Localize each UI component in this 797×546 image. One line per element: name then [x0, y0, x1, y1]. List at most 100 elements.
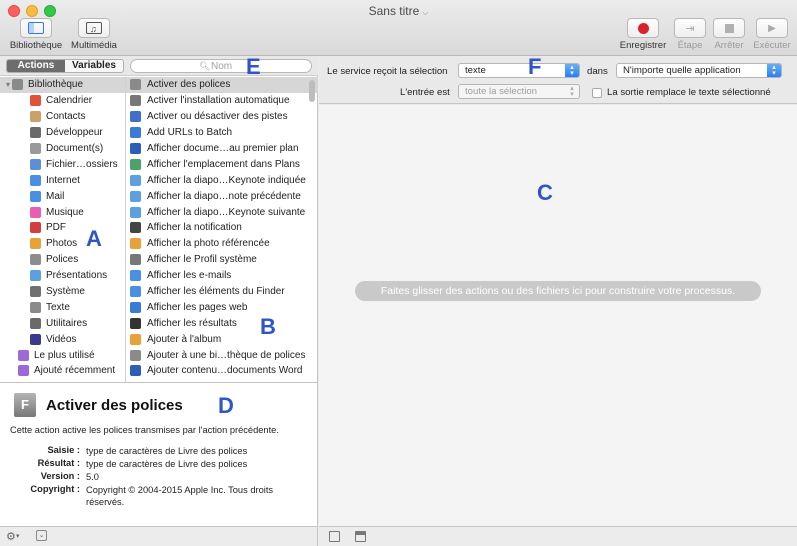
category-item[interactable]: Système [0, 284, 125, 300]
action-item[interactable]: Ajouter à une bi…thèque de polices [126, 347, 318, 363]
gear-icon[interactable]: ⚙ [6, 530, 16, 543]
category-item[interactable]: Calendrier [0, 93, 125, 109]
action-item[interactable]: Afficher les éléments du Finder [126, 284, 318, 300]
annotation-f: F [528, 54, 542, 79]
action-icon [130, 365, 141, 377]
chevron-down-icon[interactable]: ▾ [16, 532, 20, 540]
action-label: Afficher les pages web [147, 301, 248, 313]
action-item[interactable]: Afficher la diapo…Keynote suivante [126, 204, 318, 220]
action-item[interactable]: Ajouter à l'album [126, 331, 318, 347]
action-label: Afficher les e-mails [147, 270, 232, 282]
category-item[interactable]: Ajouté récemment [0, 363, 125, 379]
font-book-icon: F [14, 393, 36, 417]
svg-text:♫: ♫ [90, 24, 97, 34]
category-item[interactable]: PDF [0, 220, 125, 236]
action-item[interactable]: Afficher la notification [126, 220, 318, 236]
action-item[interactable]: Afficher la diapo…note précédente [126, 188, 318, 204]
category-item[interactable]: Internet [0, 172, 125, 188]
action-item[interactable]: Afficher docume…au premier plan [126, 141, 318, 157]
right-bottom-bar [319, 526, 797, 546]
category-icon [30, 95, 41, 107]
action-item[interactable]: Afficher la photo référencée [126, 236, 318, 252]
chevron-down-icon: ⌵ [422, 8, 429, 17]
action-list[interactable]: Activer des polices Activer l'installatio… [126, 77, 318, 382]
category-icon [30, 158, 41, 170]
record-button[interactable]: Enregistrer [617, 18, 669, 51]
annotation-a: A [86, 226, 102, 251]
log-view-icon[interactable] [355, 531, 366, 542]
run-button[interactable]: ▶ Exécuter [752, 18, 792, 51]
workflow-area[interactable]: Faites glisser des actions ou des fichie… [319, 105, 797, 526]
tab-variables[interactable]: Variables [65, 60, 123, 72]
action-icon [130, 111, 141, 123]
step-icon: ⇥ [674, 18, 706, 38]
list-view-icon[interactable] [329, 531, 340, 542]
search-input[interactable]: 🔍︎ Nom [130, 59, 312, 73]
tab-actions[interactable]: Actions [7, 60, 65, 72]
input-select[interactable]: toute la sélection ▴ ▾ [458, 84, 580, 99]
window-title[interactable]: Sans titre ⌵ [0, 4, 797, 18]
category-icon [30, 174, 41, 186]
category-item[interactable]: Développeur [0, 125, 125, 141]
action-label: Afficher les résultats [147, 317, 237, 329]
category-item[interactable]: Fichier…ossiers [0, 156, 125, 172]
category-item[interactable]: Mail [0, 188, 125, 204]
description-result: Résultat : type de caractères de Livre de… [37, 458, 248, 469]
category-item[interactable]: Polices [0, 252, 125, 268]
receives-select[interactable]: texte ▴ ▾ [458, 63, 580, 78]
category-icon [30, 301, 41, 313]
action-icon [130, 174, 141, 186]
category-list[interactable]: ▾ Bibliothèque Calendrier Contacts Développe… [0, 77, 126, 382]
action-icon [130, 95, 141, 107]
stop-button[interactable]: Arrêter [711, 18, 747, 51]
action-icon [130, 333, 141, 345]
action-item[interactable]: Afficher les résultats [126, 315, 318, 331]
action-item[interactable]: Afficher les pages web [126, 299, 318, 315]
action-item[interactable]: Add URLs to Batch [126, 125, 318, 141]
action-item[interactable]: Activer l'installation automatique [126, 93, 318, 109]
media-button[interactable]: ♫ Multimédia [66, 18, 122, 51]
receives-label: Le service reçoit la sélection [327, 66, 448, 77]
action-item[interactable]: Activer des polices [126, 77, 318, 93]
application-select[interactable]: N'importe quelle application ▴ ▾ [616, 63, 782, 78]
category-label: Bibliothèque [28, 79, 84, 91]
action-icon [130, 158, 141, 170]
play-icon: ▶ [756, 18, 788, 38]
category-item[interactable]: Utilitaires [0, 315, 125, 331]
action-icon [130, 270, 141, 282]
category-item[interactable]: Contacts [0, 109, 125, 125]
action-label: Afficher la diapo…note précédente [147, 190, 301, 202]
category-item[interactable]: Texte [0, 299, 125, 315]
description-toggle-icon[interactable]: ⌄ [36, 530, 47, 541]
category-label: Document(s) [46, 143, 104, 154]
category-item[interactable]: Présentations [0, 268, 125, 284]
action-label: Ajouter à une bi…thèque de polices [147, 349, 306, 361]
category-label: Photos [46, 238, 78, 250]
action-item[interactable]: Afficher la diapo…Keynote indiquée [126, 172, 318, 188]
replace-text-checkbox[interactable] [592, 88, 602, 98]
action-list-scrollbar[interactable] [309, 80, 315, 102]
action-item[interactable]: Activer ou désactiver des pistes [126, 109, 318, 125]
action-icon [130, 143, 141, 154]
action-label: Activer des polices [147, 79, 231, 91]
library-button[interactable]: Bibliothèque [8, 18, 64, 51]
category-item[interactable]: ▾ Bibliothèque [0, 77, 125, 93]
category-label: Internet [46, 174, 80, 186]
drop-hint: Faites glisser des actions ou des fichie… [355, 281, 761, 301]
category-item[interactable]: Document(s) [0, 141, 125, 157]
title-bar: Sans titre ⌵ Bibliothèque ♫ Multimédia En… [0, 0, 797, 56]
step-button[interactable]: ⇥ Étape [673, 18, 707, 51]
category-icon [30, 333, 41, 345]
category-item[interactable]: Vidéos [0, 331, 125, 347]
search-icon: 🔍︎ [199, 61, 211, 71]
category-item[interactable]: Le plus utilisé [0, 347, 125, 363]
action-item[interactable]: Afficher l'emplacement dans Plans [126, 156, 318, 172]
disclosure-triangle-icon[interactable]: ▾ [6, 80, 10, 89]
category-label: Musique [46, 206, 84, 218]
action-item[interactable]: Afficher le Profil système [126, 252, 318, 268]
category-item[interactable]: Musique [0, 204, 125, 220]
category-item[interactable]: Photos [0, 236, 125, 252]
action-item[interactable]: Ajouter contenu…documents Word [126, 363, 318, 379]
action-item[interactable]: Afficher les e-mails [126, 268, 318, 284]
category-icon [18, 365, 29, 377]
